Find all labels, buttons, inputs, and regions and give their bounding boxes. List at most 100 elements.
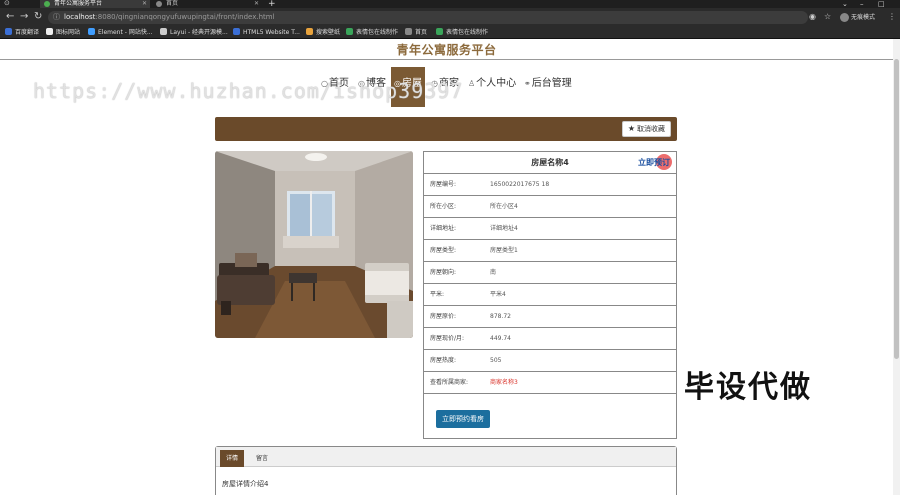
user-icon: ♙ bbox=[468, 79, 476, 88]
bookmark-star-icon[interactable]: ☆ bbox=[824, 12, 831, 21]
info-row-popularity: 房屋热度: 505 bbox=[424, 350, 676, 372]
bookmark-favicon-icon bbox=[160, 28, 167, 35]
bookmark-item[interactable]: Element - 网站快... bbox=[88, 28, 153, 38]
row-value: 1650022017675 18 bbox=[490, 181, 550, 188]
bookmark-label: 百度翻译 bbox=[15, 29, 40, 36]
row-label: 房屋现价/月: bbox=[430, 335, 465, 342]
profile-label: 无痕模式 bbox=[851, 14, 876, 21]
unfavorite-button[interactable]: ★ 取消收藏 bbox=[621, 121, 671, 137]
bookmark-favicon-icon bbox=[46, 28, 53, 35]
row-label: 房屋类型: bbox=[430, 247, 457, 254]
row-value: 449.74 bbox=[490, 335, 511, 342]
info-row-merchant: 查看所属商家: 商家名称3 bbox=[424, 372, 676, 394]
bookmark-label: 搜索壁纸 bbox=[316, 29, 341, 36]
browser-menu-icon[interactable]: ⊙ bbox=[4, 0, 10, 7]
tab-comments[interactable]: 留言 bbox=[250, 450, 274, 467]
info-row-original-price: 房屋原价: 878.72 bbox=[424, 306, 676, 328]
star-icon: ★ bbox=[627, 124, 635, 133]
bookmark-label: HTML5 Website T... bbox=[243, 29, 300, 36]
tab-title: 青年公寓服务平台 bbox=[54, 0, 103, 7]
unfavorite-label: 取消收藏 bbox=[637, 125, 665, 133]
row-label: 房屋热度: bbox=[430, 357, 457, 364]
bookmark-favicon-icon bbox=[306, 28, 313, 35]
row-label: 房屋编号: bbox=[430, 181, 457, 188]
bookmark-label: Element - 网站快... bbox=[98, 29, 153, 36]
info-row-community: 所在小区: 所在小区4 bbox=[424, 196, 676, 218]
house-info-header: 房屋名称4 立即预订 bbox=[424, 152, 676, 174]
row-value: 878.72 bbox=[490, 313, 511, 320]
site-title: 青年公寓服务平台 bbox=[396, 43, 497, 57]
link-icon: ⚭ bbox=[524, 79, 531, 88]
site-info-icon[interactable]: ⓘ bbox=[53, 11, 60, 24]
row-value: 南 bbox=[490, 269, 497, 276]
tab-close-icon[interactable]: ✕ bbox=[142, 0, 147, 7]
info-row-type: 房屋类型: 房屋类型1 bbox=[424, 240, 676, 262]
bookmark-item[interactable]: 搜索壁纸 bbox=[306, 28, 340, 38]
bookmark-label: 表情包在线制作 bbox=[356, 29, 399, 36]
bookmark-item[interactable]: Layui - 经典开源模... bbox=[160, 28, 228, 38]
chevron-down-icon[interactable]: ⌄ bbox=[842, 0, 848, 8]
reload-icon[interactable]: ↻ bbox=[34, 11, 42, 22]
detail-tab-bar: 详情 留言 bbox=[216, 447, 676, 467]
menu-label: 后台管理 bbox=[531, 78, 572, 89]
info-row-orientation: 房屋朝向: 南 bbox=[424, 262, 676, 284]
bookmark-item[interactable]: HTML5 Website T... bbox=[233, 28, 300, 38]
bookmark-item[interactable]: 图标网站 bbox=[46, 28, 80, 38]
room-image bbox=[215, 151, 413, 338]
house-intro: 房屋详情介绍4 bbox=[222, 480, 269, 488]
book-viewing-button[interactable]: 立即预约看房 bbox=[436, 410, 490, 428]
maximize-icon[interactable]: □ bbox=[878, 0, 885, 8]
url-field[interactable]: ⓘ localhost:8080/qingnianqongyufuwupingt… bbox=[48, 11, 808, 24]
bookmark-favicon-icon bbox=[405, 28, 412, 35]
bookmark-item[interactable]: 百度翻译 bbox=[5, 28, 39, 38]
menu-item-profile[interactable]: ♙个人中心 bbox=[468, 67, 516, 107]
profile-button[interactable]: 无痕模式 bbox=[840, 11, 875, 24]
tab-pinned[interactable] bbox=[20, 0, 34, 8]
url-host: localhost bbox=[64, 13, 96, 21]
browser-tab-strip: ⊙ 青年公寓服务平台 ✕ 首页 ✕ + ⌄ – □ bbox=[0, 0, 900, 9]
house-info-panel: 房屋名称4 立即预订 房屋编号: 1650022017675 18 所在小区: 所在… bbox=[423, 151, 677, 439]
book-now-link[interactable]: 立即预订 bbox=[638, 152, 670, 174]
tab-close-icon[interactable]: ✕ bbox=[254, 0, 259, 7]
bookmark-label: Layui - 经典开源模... bbox=[170, 29, 228, 36]
minimize-icon[interactable]: – bbox=[860, 0, 864, 8]
house-photo bbox=[215, 151, 413, 338]
tracking-off-icon[interactable]: ◉ bbox=[809, 12, 816, 21]
booking-area: 立即预约看房 bbox=[424, 394, 676, 438]
tab-second[interactable]: 首页 ✕ bbox=[152, 0, 262, 8]
tab-title: 首页 bbox=[166, 0, 179, 7]
info-row-current-price: 房屋现价/月: 449.74 bbox=[424, 328, 676, 350]
row-value: 505 bbox=[490, 357, 502, 364]
incognito-avatar-icon bbox=[840, 13, 849, 22]
info-row-number: 房屋编号: 1650022017675 18 bbox=[424, 174, 676, 196]
url-path: :8080/qingnianqongyufuwupingtai/front/in… bbox=[95, 13, 275, 21]
row-label: 房屋原价: bbox=[430, 313, 457, 320]
bookmark-item[interactable]: 首页 bbox=[405, 28, 427, 38]
page-scrollbar[interactable] bbox=[893, 39, 900, 495]
menu-item-admin[interactable]: ⚭后台管理 bbox=[524, 67, 572, 107]
bookmark-label: 表情包在线制作 bbox=[446, 29, 489, 36]
overlay-caption: 毕设代做 bbox=[684, 370, 812, 405]
bookmark-label: 首页 bbox=[415, 29, 428, 36]
info-row-address: 详细地址: 详细地址4 bbox=[424, 218, 676, 240]
back-icon[interactable]: ← bbox=[6, 11, 14, 22]
detail-tabs-box: 详情 留言 房屋详情介绍4 bbox=[215, 446, 677, 495]
screen: ⊙ 青年公寓服务平台 ✕ 首页 ✕ + ⌄ – □ ← → ↻ ⓘ localh… bbox=[0, 0, 900, 495]
row-label: 详细地址: bbox=[430, 225, 457, 232]
info-row-area: 平米: 平米4 bbox=[424, 284, 676, 306]
menu-label: 个人中心 bbox=[476, 78, 517, 89]
forward-icon[interactable]: → bbox=[20, 11, 28, 22]
vue-favicon-icon bbox=[44, 1, 50, 7]
row-value: 所在小区4 bbox=[490, 203, 518, 210]
merchant-link[interactable]: 商家名称3 bbox=[490, 372, 518, 393]
bookmark-item[interactable]: 表情包在线制作 bbox=[436, 28, 488, 38]
bookmark-favicon-icon bbox=[233, 28, 240, 35]
scrollbar-thumb[interactable] bbox=[894, 59, 899, 359]
more-menu-icon[interactable]: ⋮ bbox=[888, 12, 896, 21]
row-value: 平米4 bbox=[490, 291, 506, 298]
bookmark-item[interactable]: 表情包在线制作 bbox=[346, 28, 398, 38]
tab-current[interactable]: 青年公寓服务平台 ✕ bbox=[40, 0, 150, 8]
tab-details[interactable]: 详情 bbox=[220, 450, 245, 467]
bookmark-label: 图标网站 bbox=[56, 29, 81, 36]
bookmark-favicon-icon bbox=[436, 28, 443, 35]
